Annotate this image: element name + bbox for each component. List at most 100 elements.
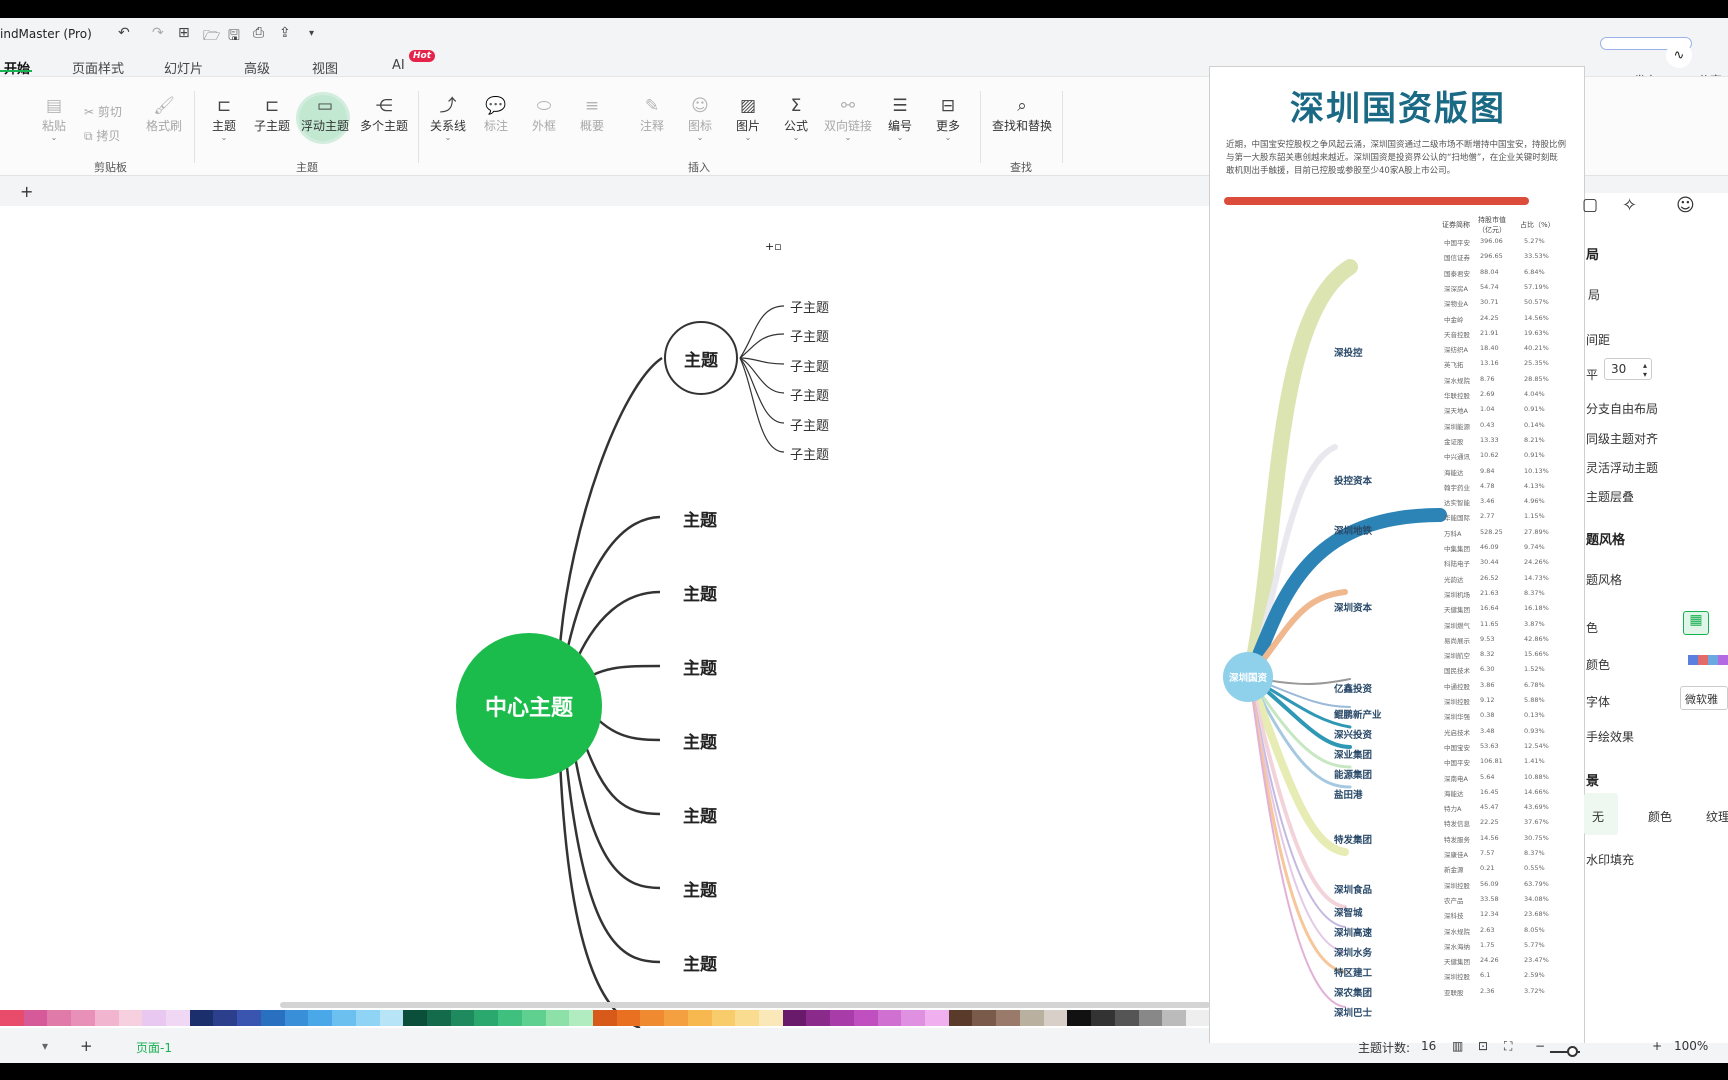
central-topic[interactable]: 中心主题: [456, 633, 602, 779]
more-button[interactable]: ⊟ 更多 ⌄: [920, 95, 976, 142]
color-swatch[interactable]: [616, 1010, 641, 1026]
zoom-slider-handle[interactable]: [1567, 1046, 1578, 1057]
subtopic-button[interactable]: ⊏ 子主题: [244, 95, 300, 134]
color-swatch[interactable]: [1162, 1010, 1186, 1026]
mindmap-canvas[interactable]: 中心主题 主题 主题 主题 主题 主题 主题 主题 主题 子主题 子主题 子主题…: [0, 206, 1210, 1028]
color-swatch[interactable]: [782, 1010, 807, 1026]
hand-drawn-checkbox[interactable]: 手绘效果: [1586, 728, 1634, 745]
color-swatch[interactable]: [1019, 1010, 1044, 1026]
color-swatch[interactable]: [569, 1010, 593, 1026]
print-icon[interactable]: ⎙: [253, 25, 264, 41]
subtopic[interactable]: 子主题: [790, 385, 829, 404]
color-swatch[interactable]: [877, 1010, 902, 1026]
book-view-icon[interactable]: ▥: [1452, 1039, 1463, 1053]
fill-color-label[interactable]: 颜色: [1648, 808, 1672, 825]
fill-texture-label[interactable]: 纹理: [1706, 808, 1728, 825]
color-swatch[interactable]: [94, 1010, 119, 1026]
sparkle-icon[interactable]: ✧: [1622, 195, 1637, 216]
main-topic[interactable]: 主题: [683, 802, 717, 827]
color-swatch[interactable]: [664, 1010, 688, 1026]
tab-ai[interactable]: AI: [392, 58, 405, 73]
color-swatch[interactable]: [213, 1010, 238, 1026]
color-swatch[interactable]: [1114, 1010, 1139, 1026]
floating-topic-button[interactable]: ▭ 浮动主题: [295, 95, 355, 134]
color-swatch[interactable]: [853, 1010, 878, 1026]
main-topic[interactable]: 主题: [683, 654, 717, 679]
page-dropdown-icon[interactable]: ▾: [42, 1039, 48, 1053]
add-page-button[interactable]: +: [20, 182, 33, 201]
color-swatch[interactable]: [23, 1010, 48, 1026]
color-swatch[interactable]: [1043, 1010, 1068, 1026]
new-file-icon[interactable]: ⊞: [178, 25, 190, 41]
color-swatch[interactable]: [806, 1010, 831, 1026]
color-swatch[interactable]: [735, 1010, 759, 1026]
color-swatch[interactable]: [925, 1010, 949, 1026]
fullscreen-icon[interactable]: ⛶: [1504, 1039, 1512, 1054]
color-swatch[interactable]: [1091, 1010, 1115, 1026]
color-swatch[interactable]: [640, 1010, 665, 1026]
horizontal-scrollbar[interactable]: [280, 1002, 1210, 1008]
color-palette[interactable]: [0, 1010, 1210, 1026]
panel-tab-style-icon[interactable]: ▢: [1582, 195, 1598, 215]
color-swatch[interactable]: [450, 1010, 475, 1026]
tab-slides[interactable]: 幻灯片: [164, 58, 203, 77]
color-swatch[interactable]: [545, 1010, 570, 1026]
color-swatch[interactable]: [284, 1010, 309, 1026]
main-topic[interactable]: 主题: [683, 728, 717, 753]
floating-checkbox[interactable]: 灵活浮动主题: [1586, 459, 1658, 476]
subtopic[interactable]: 子主题: [790, 444, 829, 463]
summary-button[interactable]: ≡ 概要: [564, 95, 620, 134]
customize-icon[interactable]: ▾: [309, 28, 314, 39]
page-tab[interactable]: 页面-1: [136, 1039, 172, 1056]
color-swatch[interactable]: [260, 1010, 285, 1026]
save-icon[interactable]: 🖫: [228, 25, 240, 49]
color-swatch[interactable]: [237, 1010, 261, 1026]
bidirectional-link-button[interactable]: ⚯ 双向链接 ⌄: [818, 95, 878, 142]
color-swatch[interactable]: [972, 1010, 997, 1026]
color-swatch[interactable]: [498, 1010, 522, 1026]
free-layout-checkbox[interactable]: 分支自由布局: [1586, 400, 1658, 417]
color-swatch[interactable]: [1067, 1010, 1092, 1026]
overlap-checkbox[interactable]: 主题层叠: [1586, 488, 1634, 505]
main-topic-selected[interactable]: 主题: [664, 321, 738, 395]
watermark-label[interactable]: 水印填充: [1586, 851, 1634, 868]
zoom-in-icon[interactable]: +: [1652, 1039, 1662, 1053]
main-topic[interactable]: 主题: [683, 580, 717, 605]
color-swatch[interactable]: [403, 1010, 427, 1026]
align-checkbox[interactable]: 同级主题对齐: [1586, 430, 1658, 447]
copy-button[interactable]: ⧉ 拷贝: [84, 127, 120, 144]
tab-page-style[interactable]: 页面样式: [72, 58, 124, 77]
redo-icon[interactable]: ↷: [152, 25, 164, 41]
color-swatch[interactable]: [0, 1010, 24, 1026]
color-scheme-swatch[interactable]: ▦: [1683, 611, 1709, 635]
color-swatch[interactable]: [901, 1010, 926, 1026]
main-topic[interactable]: 主题: [683, 876, 717, 901]
tab-advanced[interactable]: 高级: [244, 58, 270, 77]
find-replace-button[interactable]: ⌕ 查找和替换: [982, 95, 1062, 134]
color-swatch[interactable]: [308, 1010, 333, 1026]
color-swatch[interactable]: [687, 1010, 712, 1026]
main-topic[interactable]: 主题: [683, 506, 717, 531]
tab-home[interactable]: 开始: [4, 58, 30, 77]
stepper-icon[interactable]: ▴ ▾: [1643, 361, 1647, 379]
color-swatch[interactable]: [355, 1010, 380, 1026]
fit-page-icon[interactable]: ⊡: [1478, 1039, 1488, 1053]
color-swatch[interactable]: [711, 1010, 736, 1026]
tab-view[interactable]: 视图: [312, 58, 338, 77]
color-swatch[interactable]: [948, 1010, 973, 1026]
font-select[interactable]: 微软雅: [1680, 686, 1728, 710]
cut-button[interactable]: ✂ 剪切: [84, 103, 122, 120]
color-swatch[interactable]: [592, 1010, 617, 1026]
color-swatch[interactable]: [142, 1010, 167, 1026]
subtopic[interactable]: 子主题: [790, 356, 829, 375]
color-swatch[interactable]: [759, 1010, 783, 1026]
multiple-topics-button[interactable]: ⋲ 多个主题: [354, 95, 414, 134]
color-swatch[interactable]: [166, 1010, 190, 1026]
spacing-input[interactable]: 30 ▴ ▾: [1604, 358, 1652, 380]
color-swatch[interactable]: [521, 1010, 546, 1026]
smiley-icon[interactable]: ☺: [1676, 195, 1695, 216]
color-swatch[interactable]: [71, 1010, 95, 1026]
color-swatch[interactable]: [474, 1010, 499, 1026]
color-swatch[interactable]: [118, 1010, 143, 1026]
color-swatch[interactable]: [189, 1010, 214, 1026]
